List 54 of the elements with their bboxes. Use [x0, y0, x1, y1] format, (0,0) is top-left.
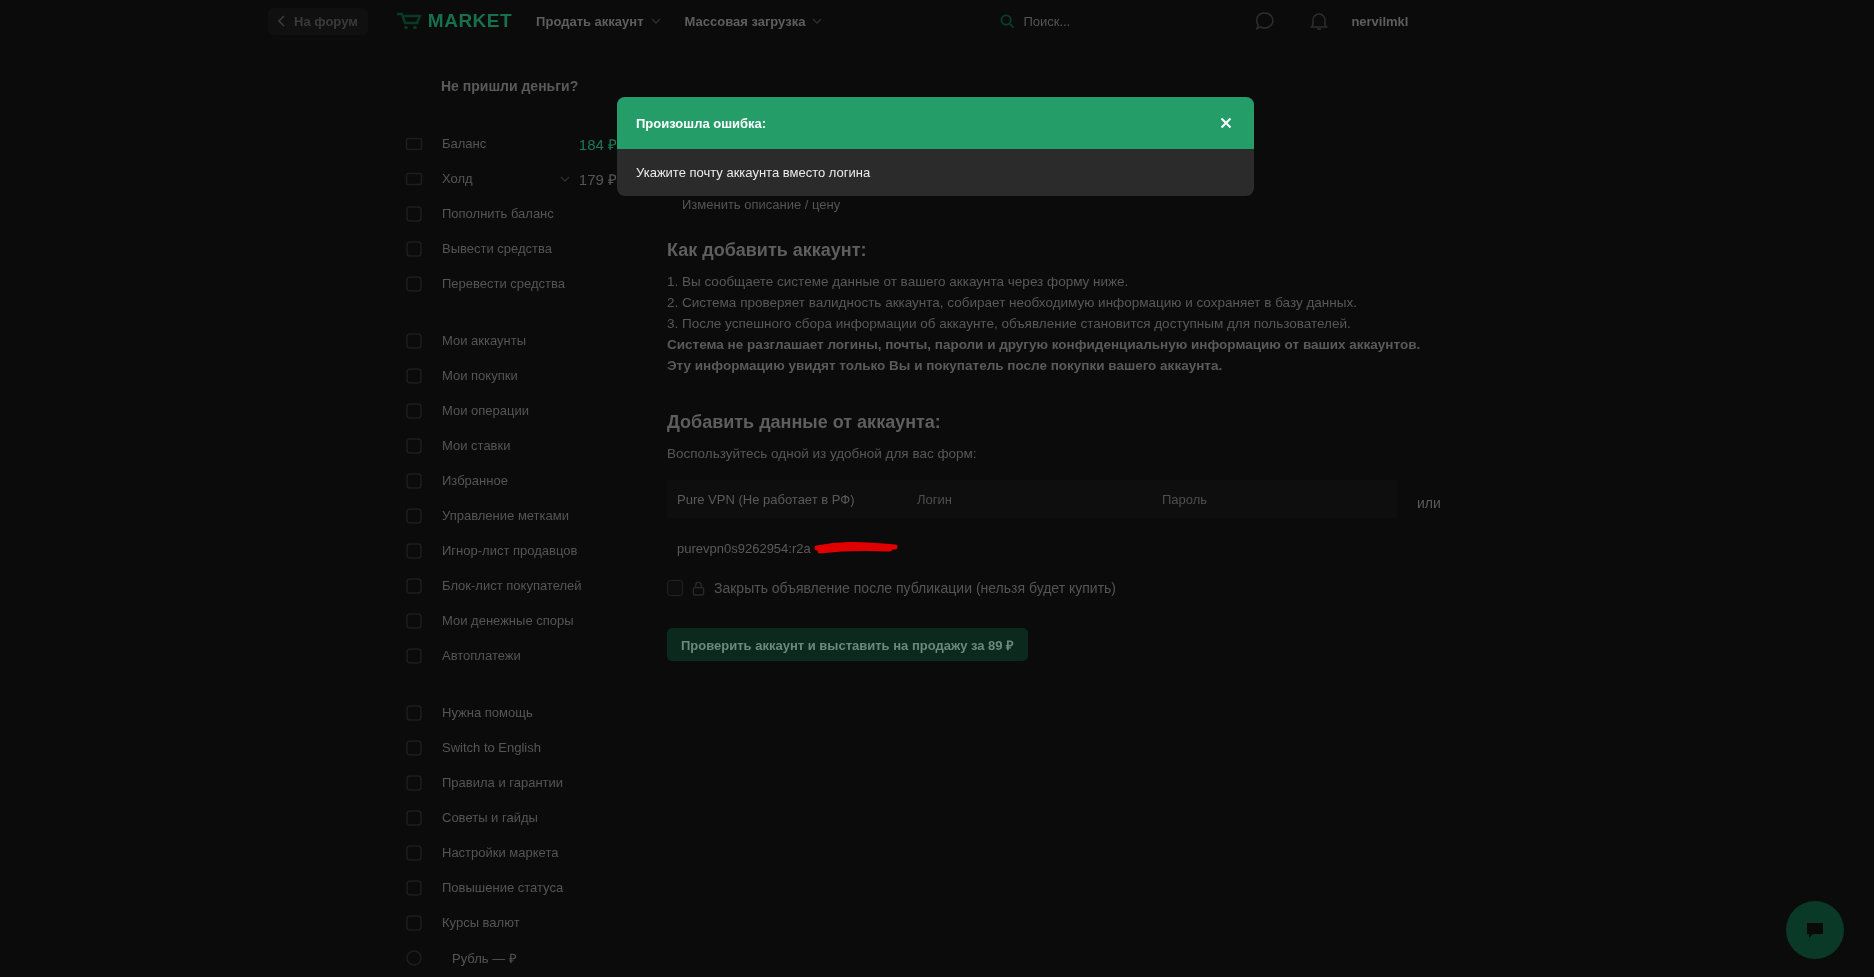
sidebar-item[interactable]: Пополнить баланс	[405, 196, 617, 231]
chat-bubble-icon[interactable]	[1255, 11, 1276, 31]
sidebar-item[interactable]: Повышение статуса	[405, 870, 617, 905]
section-title: Добавить данные от аккаунта:	[667, 412, 942, 433]
credentials-field[interactable]: purevpn0s9262954:r2a	[667, 540, 811, 556]
dialog-title: Произошла ошибка:	[636, 115, 767, 131]
notice-text: Система не разглашает логины, почты, пароли и другую конфиденциальную информацию от ваших аккаунтов. Эту информацию увидят только Вы и покупатель после покупки вашего аккаунта.	[667, 336, 1422, 375]
balance-amount: 179 ₽	[578, 169, 617, 189]
sidebar-item[interactable]: Правила и гарантии	[405, 765, 617, 800]
sidebar-item[interactable]: Вывести средства	[405, 231, 617, 266]
sidebar-item[interactable]: Управление метками	[405, 498, 617, 533]
balance-label: Холд	[442, 171, 474, 186]
sidebar-item[interactable]: Настройки маркета	[405, 835, 617, 870]
search-icon	[1000, 13, 1016, 29]
sidebar-item[interactable]: Курсы валют	[405, 905, 617, 940]
lock-icon	[692, 580, 705, 596]
sidebar-item[interactable]: Мои аккаунты	[405, 323, 617, 358]
sidebar-item[interactable]: Мои ставки	[405, 428, 617, 463]
username[interactable]: nervilmkl	[1351, 13, 1409, 29]
sidebar-item[interactable]: Избранное	[405, 463, 617, 498]
edit-link[interactable]: Изменить описание / цену	[682, 197, 1447, 212]
sidebar-item[interactable]: Блок-лист покупателей	[405, 568, 617, 603]
sidebar-item[interactable]: Автоплатежи	[405, 638, 617, 673]
sidebar-heading[interactable]: Не пришли деньги?	[441, 78, 617, 94]
sidebar-item[interactable]: Мои операции	[405, 393, 617, 428]
logo[interactable]: MARKET	[427, 10, 513, 32]
nav-menu[interactable]: Продать аккаунт	[536, 13, 661, 29]
search-field[interactable]: Поиск...	[1021, 12, 1206, 30]
step-text: 3. После успешного сбора информации об аккаунте, объявление становится доступным для пользователей.	[667, 315, 1352, 333]
bell-icon[interactable]	[1309, 11, 1330, 31]
chevron-down-icon[interactable]	[559, 175, 570, 182]
sidebar-item[interactable]: Мои денежные споры	[405, 603, 617, 638]
close-icon[interactable]	[1220, 117, 1232, 129]
step-text: 2. Система проверяет валидность аккаунта, собирает необходимую информацию и сохраняет в базу данных.	[667, 294, 1358, 312]
chat-icon	[1805, 920, 1825, 940]
currency-selector[interactable]: Рубль — ₽	[405, 940, 617, 975]
balance-label: Баланс	[442, 136, 488, 151]
or-label: или	[1417, 494, 1441, 511]
cart-icon	[395, 12, 422, 30]
nav-menu[interactable]: Массовая загрузка	[684, 13, 823, 29]
balance-amount: 184 ₽	[578, 134, 617, 154]
checkbox-label: Закрыть объявление после публикации (нельзя будет купить)	[714, 580, 1117, 596]
sidebar-item[interactable]: Switch to English	[405, 730, 617, 765]
chevron-left-icon	[278, 15, 286, 27]
section-title: Как добавить аккаунт:	[667, 240, 868, 261]
sidebar-item[interactable]: Игнор-лист продавцов	[405, 533, 617, 568]
form-hint: Воспользуйтесь одной из удобной для вас форм:	[667, 445, 978, 463]
error-message: Укажите почту аккаунта вместо логина	[636, 165, 871, 180]
sidebar-item[interactable]: Нужна помощь	[405, 695, 617, 730]
sidebar-item[interactable]: Советы и гайды	[405, 800, 617, 835]
step-text: 1. Вы сообщаете системе данные от вашего аккаунта через форму ниже.	[667, 273, 1130, 291]
sidebar-item[interactable]: Мои покупки	[405, 358, 617, 393]
sidebar-item[interactable]: Перевести средства	[405, 266, 617, 301]
submit-button[interactable]: Проверить аккаунт и выставить на продажу за 89 ₽	[667, 628, 1029, 661]
